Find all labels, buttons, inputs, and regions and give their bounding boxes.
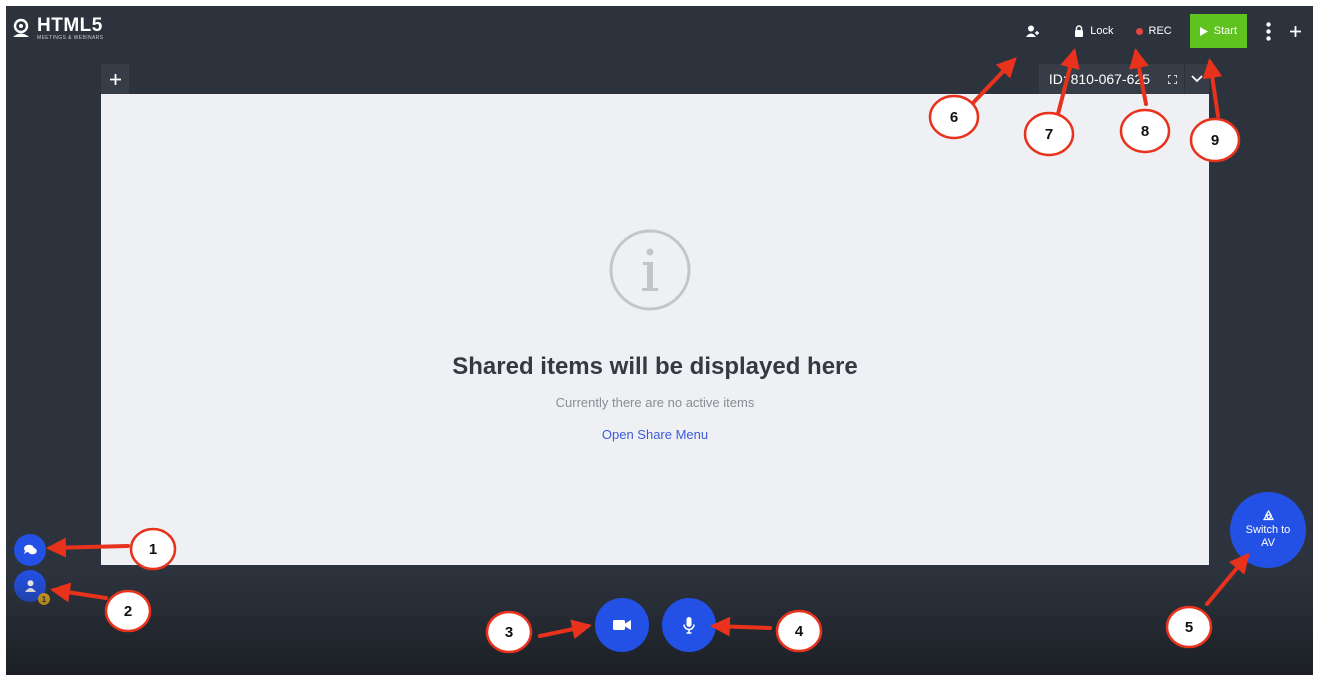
info-icon <box>609 229 691 311</box>
top-toolbar: Lock REC Start <box>1026 14 1313 48</box>
kebab-menu-icon <box>1265 21 1271 41</box>
microphone-icon <box>683 616 695 634</box>
fullscreen-icon <box>1167 74 1177 84</box>
room-id: ID: 810-067-625 <box>1048 71 1150 87</box>
chat-icon <box>23 544 37 555</box>
logo: HTML5 MEETINGS & WEBINARS <box>11 16 104 41</box>
chat-button[interactable] <box>14 534 46 566</box>
lock-label: Lock <box>1090 25 1114 37</box>
rec-label: REC <box>1148 25 1172 37</box>
recycle-icon <box>1262 510 1274 521</box>
shared-stage: Shared items will be displayed here Curr… <box>101 94 1209 565</box>
add-button[interactable] <box>1283 25 1307 37</box>
open-share-menu-link[interactable]: Open Share Menu <box>101 427 1209 442</box>
record-dot-icon <box>1135 27 1143 35</box>
plus-icon <box>1289 25 1301 37</box>
room-info-bar: ID: 810-067-625 <box>1038 64 1209 94</box>
collapse-button[interactable] <box>1185 64 1209 94</box>
chevron-down-icon <box>1191 75 1203 83</box>
camera-button[interactable] <box>595 598 649 652</box>
start-button[interactable]: Start <box>1189 14 1247 48</box>
play-icon <box>1199 26 1208 36</box>
video-camera-icon <box>613 620 631 630</box>
logo-subtitle: MEETINGS & WEBINARS <box>37 35 104 41</box>
fullscreen-button[interactable] <box>1160 64 1184 94</box>
user-icon <box>24 580 36 592</box>
more-options-button[interactable] <box>1257 21 1279 41</box>
start-label: Start <box>1213 25 1237 37</box>
stage-subtitle: Currently there are no active items <box>555 395 755 410</box>
lock-button[interactable]: Lock <box>1074 25 1114 37</box>
logo-icon <box>13 18 29 37</box>
add-user-icon <box>1026 25 1040 37</box>
switch-to-av-button[interactable]: Switch to AV <box>1230 492 1306 568</box>
participants-button[interactable]: 1 <box>14 570 50 605</box>
app-window: HTML5 MEETINGS & WEBINARS Lock REC Start <box>6 6 1313 675</box>
participants-badge: 1 <box>38 593 50 605</box>
record-button[interactable]: REC <box>1135 25 1172 37</box>
invite-button[interactable] <box>1026 25 1040 38</box>
logo-title: HTML5 <box>37 15 103 36</box>
plus-icon <box>109 73 121 85</box>
stage-title: Shared items will be displayed here <box>452 353 858 380</box>
lock-icon <box>1075 25 1084 37</box>
switch-to-av-label: Switch to AV <box>1245 524 1291 549</box>
microphone-button[interactable] <box>662 598 716 652</box>
stage-toolbar: ID: 810-067-625 <box>101 64 1209 94</box>
add-share-button[interactable] <box>101 64 129 94</box>
